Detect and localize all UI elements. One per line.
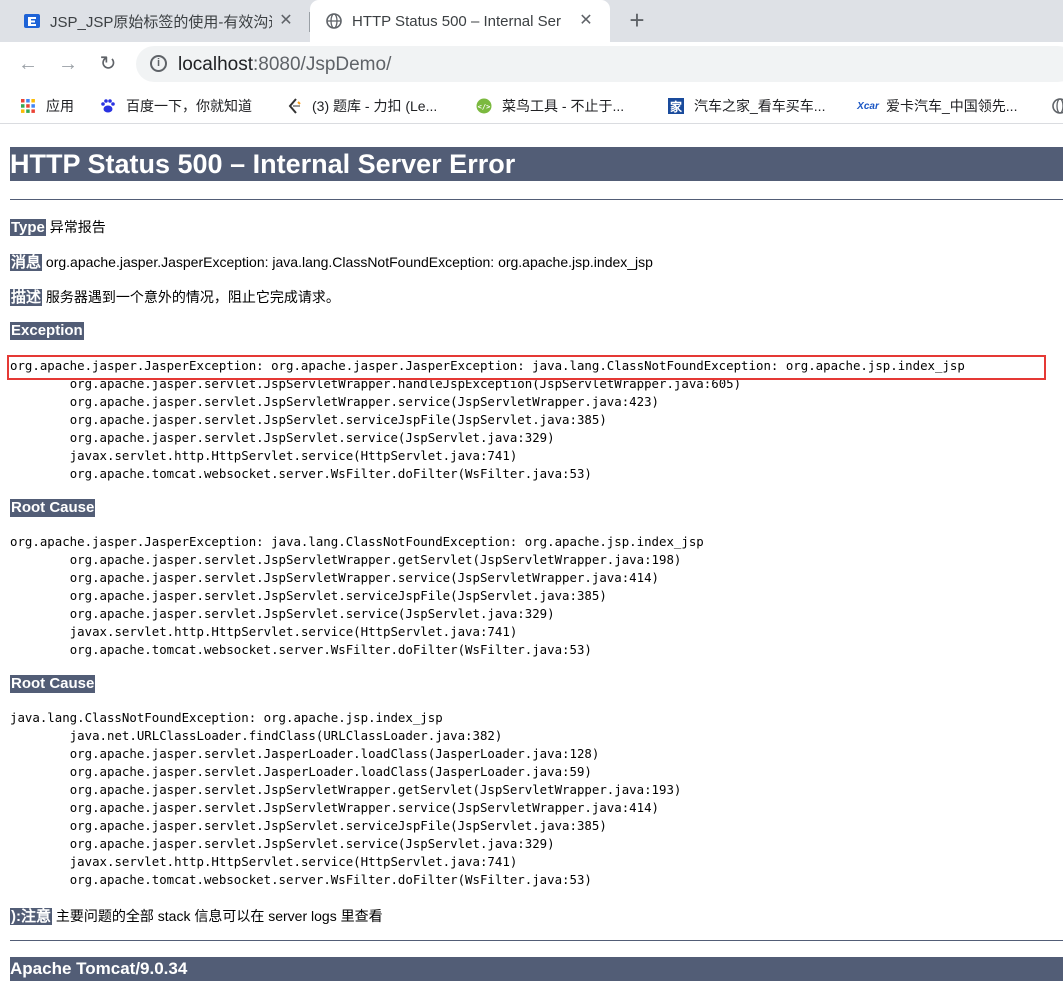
close-tab-icon[interactable]: ✕ [578, 13, 594, 29]
bookmark-label: (3) 题库 - 力扣 (Le... [312, 98, 438, 114]
highlight-box [7, 355, 1046, 380]
forward-button[interactable]: → [56, 52, 80, 76]
bookmark-overflow[interactable] [1052, 96, 1063, 116]
autohome-icon: 家 [668, 98, 684, 114]
bookmarks-bar: 应用 百度一下，你就知道 (3) 题库 - 力扣 (Le... </> 菜鸟工具… [0, 88, 1063, 124]
root-cause-stack-trace-2: java.lang.ClassNotFoundException: org.ap… [10, 710, 682, 887]
divider [10, 940, 1063, 941]
tab-jsp-blog[interactable]: JSP_JSP原始标签的使用-有效沟通 ✕ [10, 0, 310, 42]
close-tab-icon[interactable]: ✕ [278, 13, 294, 29]
divider [10, 199, 1063, 200]
blog-favicon-icon [24, 13, 40, 29]
tab-strip: JSP_JSP原始标签的使用-有效沟通 ✕ HTTP Status 500 – … [0, 0, 1063, 42]
bookmark-label: 爱卡汽车_中国领先... [886, 98, 1018, 114]
root-cause-stack-trace-1: org.apache.jasper.JasperException: java.… [10, 534, 704, 657]
server-version: Apache Tomcat/9.0.34 [10, 957, 1063, 981]
bookmark-autohome[interactable]: 家 汽车之家_看车买车... [668, 96, 825, 116]
back-button[interactable]: ← [16, 52, 40, 76]
address-bar[interactable]: i localhost:8080/JspDemo/ [136, 46, 1063, 82]
message-value: org.apache.jasper.JasperException: java.… [45, 254, 653, 270]
url-host: localhost [178, 54, 253, 75]
new-tab-button[interactable]: + [624, 7, 650, 34]
address-url: localhost:8080/JspDemo/ [178, 54, 391, 76]
reload-button[interactable]: ↻ [96, 52, 120, 76]
root-cause-heading-1: Root Cause [10, 499, 96, 517]
site-info-icon[interactable]: i [150, 55, 167, 72]
bookmark-label: 汽车之家_看车买车... [694, 98, 826, 114]
note-label: ):注意 [10, 908, 52, 925]
note-value: 主要问题的全部 stack 信息可以在 server logs 里查看 [55, 908, 383, 924]
page-title: HTTP Status 500 – Internal Server Error [10, 147, 1063, 181]
svg-text:</>: </> [478, 103, 491, 111]
description-label: 描述 [10, 289, 43, 306]
bookmark-label: 菜鸟工具 - 不止于... [502, 98, 625, 114]
description-value: 服务器遇到一个意外的情况，阻止它完成请求。 [45, 289, 340, 305]
root-cause-heading-2: Root Cause [10, 675, 96, 693]
tab-title: JSP_JSP原始标签的使用-有效沟通 [50, 13, 272, 31]
globe-icon [326, 13, 342, 29]
baidu-paw-icon [100, 98, 116, 114]
error-page: HTTP Status 500 – Internal Server Error … [0, 125, 1063, 990]
apps-grid-icon [20, 98, 36, 114]
exception-heading: Exception [10, 322, 84, 340]
tab-http-status-500[interactable]: HTTP Status 500 – Internal Ser ✕ [310, 0, 610, 42]
message-row: 消息 org.apache.jasper.JasperException: ja… [10, 253, 653, 272]
bookmark-leetcode[interactable]: (3) 题库 - 力扣 (Le... [286, 96, 437, 116]
xcar-icon: Xcar [857, 100, 879, 112]
description-row: 描述 服务器遇到一个意外的情况，阻止它完成请求。 [10, 288, 340, 307]
bookmark-apps[interactable]: 应用 [20, 96, 74, 116]
bookmark-label: 应用 [46, 98, 74, 114]
type-label: Type [10, 219, 46, 236]
runoob-icon: </> [476, 98, 492, 114]
type-value: 异常报告 [49, 219, 106, 235]
tab-title: HTTP Status 500 – Internal Ser [352, 12, 561, 30]
bookmark-runoob[interactable]: </> 菜鸟工具 - 不止于... [476, 96, 624, 116]
browser-toolbar: ← → ↻ i localhost:8080/JspDemo/ [0, 42, 1063, 88]
bookmark-baidu[interactable]: 百度一下，你就知道 [100, 96, 252, 116]
url-path: :8080/JspDemo/ [253, 54, 392, 75]
message-label: 消息 [10, 254, 43, 271]
type-row: Type 异常报告 [10, 218, 106, 237]
globe-icon [1052, 98, 1063, 114]
note-row: ):注意 主要问题的全部 stack 信息可以在 server logs 里查看 [10, 907, 383, 926]
bookmark-xcar[interactable]: Xcar 爱卡汽车_中国领先... [857, 96, 1018, 116]
leetcode-icon [286, 98, 302, 114]
bookmark-label: 百度一下，你就知道 [126, 98, 252, 114]
